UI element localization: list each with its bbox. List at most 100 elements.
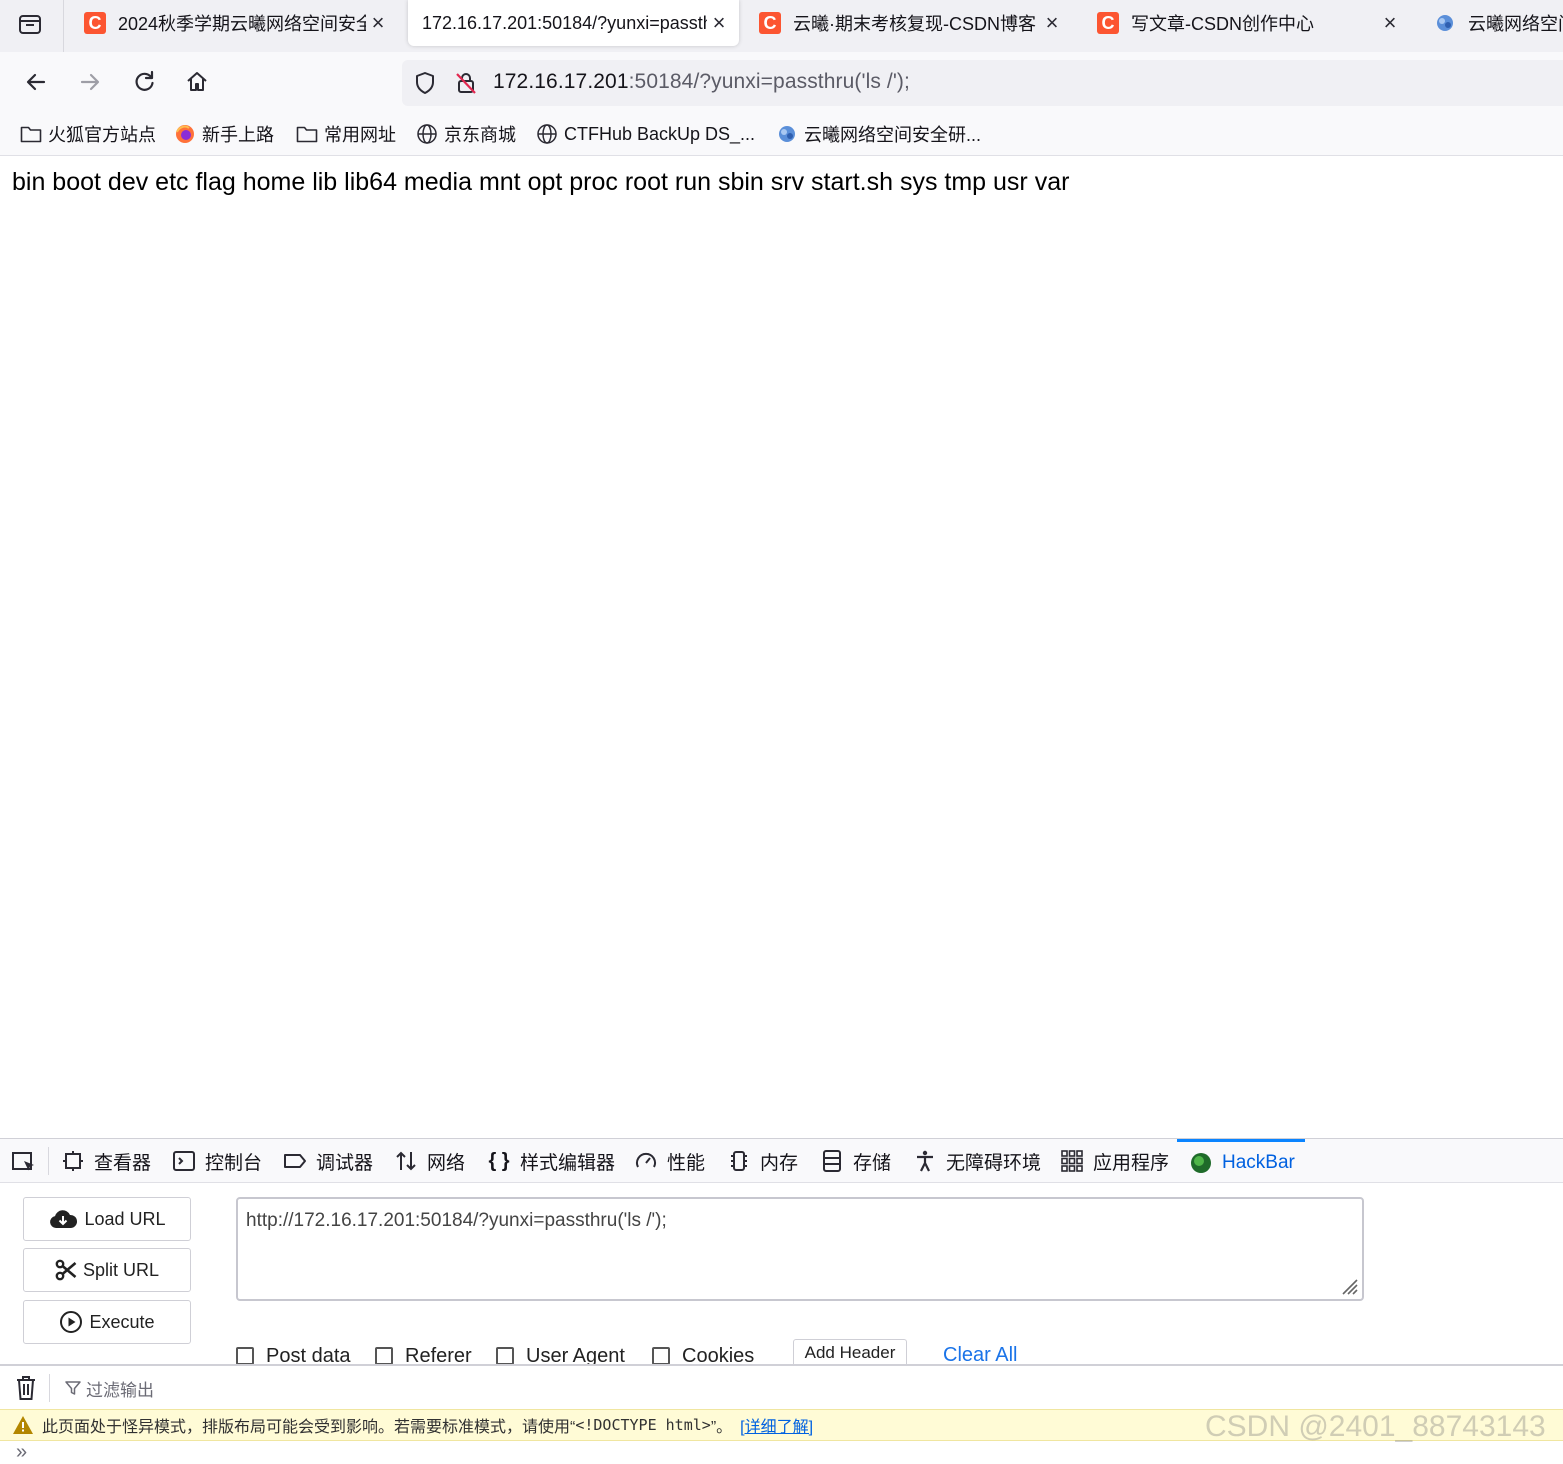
back-button[interactable] [18, 64, 54, 100]
close-icon[interactable]: × [1378, 10, 1402, 36]
button-label: Execute [89, 1311, 155, 1332]
close-icon[interactable]: × [1040, 10, 1064, 36]
bookmark-label: CTFHub BackUp DS_... [564, 123, 756, 144]
tab-label: 控制台 [205, 1152, 263, 1174]
trash-icon[interactable] [14, 1375, 38, 1401]
bookmarks-toolbar: 火狐官方站点 新手上路 常用网址 京东商城 CTFHub BackUp DS_.… [0, 112, 1563, 156]
bookmark-firefox-official[interactable]: 火狐官方站点 [20, 122, 156, 146]
page-output-text: bin boot dev etc flag home lib lib64 med… [12, 168, 1070, 196]
tab-title: 2024秋季学期云曦网络空间安全 [118, 14, 366, 34]
tab-label: 内存 [760, 1152, 799, 1174]
close-icon[interactable]: × [366, 10, 390, 36]
devtools-tabbar: 查看器 控制台 调试器 网络 { } 样式编辑器 性能 内存 存储 无障碍环境 … [0, 1139, 1563, 1183]
tab-network[interactable]: 网络 [394, 1139, 465, 1183]
tab-storage[interactable]: 存储 [820, 1139, 891, 1183]
home-button[interactable] [179, 64, 215, 100]
gauge-icon [634, 1149, 658, 1173]
debugger-icon [283, 1149, 307, 1173]
tab-hackbar[interactable]: HackBar [1177, 1139, 1305, 1183]
forward-button[interactable] [72, 64, 108, 100]
console-icon [172, 1149, 196, 1173]
url-value: http://172.16.17.201:50184/?yunxi=passth… [246, 1210, 667, 1231]
bookmark-label: 京东商城 [444, 125, 516, 145]
tab-1[interactable]: C 2024秋季学期云曦网络空间安全 × [84, 0, 390, 46]
accessibility-icon [913, 1149, 937, 1173]
checkbox-box[interactable] [496, 1347, 514, 1365]
bookmark-yunxi[interactable]: 云曦网络空间安全研... [776, 122, 981, 146]
reload-button[interactable] [126, 64, 162, 100]
tab-style-editor[interactable]: { } 样式编辑器 [487, 1139, 615, 1183]
filter-input[interactable]: 过滤输出 [64, 1377, 154, 1400]
warning-code: <!DOCTYPE html> [575, 1416, 711, 1434]
tab-overview-icon[interactable] [16, 10, 44, 38]
tab-console[interactable]: 控制台 [172, 1139, 262, 1183]
tab-label: 存储 [853, 1152, 892, 1174]
tab-label: HackBar [1222, 1151, 1295, 1173]
tab-4[interactable]: C 写文章-CSDN创作中心 × [1097, 0, 1402, 46]
button-label: Split URL [82, 1259, 160, 1280]
globe-blue-icon [1434, 12, 1456, 34]
add-header-button[interactable]: Add Header [793, 1339, 907, 1365]
hackbar-logo-icon [1189, 1151, 1213, 1175]
bookmark-getting-started[interactable]: 新手上路 [174, 122, 274, 146]
tab-label: 性能 [667, 1152, 706, 1174]
tab-memory[interactable]: 内存 [727, 1139, 798, 1183]
filter-icon [65, 1381, 81, 1395]
button-label: Load URL [84, 1208, 166, 1229]
globe-icon [536, 123, 558, 145]
url-path: :50184/?yunxi=passthru('ls /'); [628, 70, 910, 93]
csdn-icon: C [759, 12, 781, 34]
execute-button[interactable]: Execute [23, 1300, 191, 1344]
tab-3[interactable]: C 云曦·期末考核复现-CSDN博客 × [759, 0, 1064, 46]
tab-label: 调试器 [316, 1152, 374, 1174]
warning-text: 此页面处于怪异模式，排版布局可能会受到影响。若需要标准模式，请使用“ [42, 1419, 576, 1436]
checkbox-box[interactable] [652, 1347, 670, 1365]
tab-accessibility[interactable]: 无障碍环境 [913, 1139, 1041, 1183]
tab-application[interactable]: 应用程序 [1060, 1139, 1169, 1183]
csdn-icon: C [84, 12, 106, 34]
warning-icon [13, 1416, 33, 1434]
network-icon [394, 1149, 418, 1173]
resize-handle-icon[interactable] [1338, 1275, 1358, 1295]
insecure-lock-icon[interactable] [453, 70, 479, 96]
grid-icon [1060, 1149, 1084, 1173]
navigation-toolbar: 172.16.17.201:50184/?yunxi=passthru('ls … [0, 52, 1563, 112]
tab-label: 应用程序 [1093, 1152, 1170, 1174]
csdn-icon: C [1097, 12, 1119, 34]
tab-inspector[interactable]: 查看器 [61, 1139, 151, 1183]
tab-label: 网络 [427, 1152, 466, 1174]
element-picker-icon[interactable] [10, 1149, 38, 1175]
tab-performance[interactable]: 性能 [634, 1139, 705, 1183]
url-text[interactable]: 172.16.17.201:50184/?yunxi=passthru('ls … [493, 70, 910, 94]
warning-tail: ”。 [710, 1419, 733, 1436]
filter-placeholder: 过滤输出 [86, 1380, 154, 1400]
console-prompt-icon[interactable]: » [16, 1441, 27, 1464]
split-url-button[interactable]: Split URL [23, 1248, 191, 1292]
storage-icon [820, 1149, 844, 1173]
bookmark-label: 火狐官方站点 [48, 125, 156, 145]
address-bar[interactable]: 172.16.17.201:50184/?yunxi=passthru('ls … [402, 60, 1563, 106]
inspector-icon [61, 1149, 85, 1173]
checkbox-box[interactable] [375, 1347, 393, 1365]
folder-icon [20, 123, 42, 145]
shield-icon[interactable] [412, 70, 438, 96]
bookmark-common-sites[interactable]: 常用网址 [296, 122, 396, 146]
close-icon[interactable]: × [707, 10, 731, 36]
cloud-download-icon [50, 1210, 78, 1228]
learn-more-link[interactable]: [详细了解] [740, 1413, 813, 1437]
tab-debugger[interactable]: 调试器 [283, 1139, 373, 1183]
tab-2-active[interactable]: 172.16.17.201:50184/?yunxi=passthru('ls … [408, 0, 739, 46]
bookmark-ctfhub[interactable]: CTFHub BackUp DS_... [536, 122, 755, 146]
console-toolbar: 过滤输出 [0, 1364, 1563, 1408]
tab-title: 写文章-CSDN创作中心 [1131, 14, 1314, 34]
bookmark-jd[interactable]: 京东商城 [416, 122, 516, 146]
hackbar-url-textarea[interactable]: http://172.16.17.201:50184/?yunxi=passth… [236, 1197, 1364, 1301]
bookmark-label: 常用网址 [324, 125, 396, 145]
tab-strip: C 2024秋季学期云曦网络空间安全 × 172.16.17.201:50184… [0, 0, 1563, 52]
load-url-button[interactable]: Load URL [23, 1197, 191, 1241]
play-circle-icon [60, 1311, 83, 1333]
memory-chip-icon [727, 1149, 751, 1173]
tab-label: 查看器 [94, 1152, 152, 1174]
tab-5[interactable]: 云曦网络空间安全研究 [1434, 0, 1563, 46]
checkbox-box[interactable] [236, 1347, 254, 1365]
